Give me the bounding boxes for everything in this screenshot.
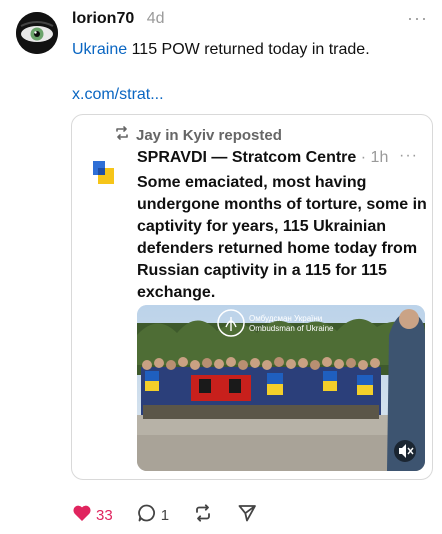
repost-button[interactable] xyxy=(193,503,213,527)
post-text-body: 115 POW returned today in trade. xyxy=(127,41,370,58)
quote-media[interactable]: Омбудсман України Ombudsman of Ukraine xyxy=(137,305,425,471)
send-icon[interactable] xyxy=(237,503,257,527)
topic-tag[interactable]: Ukraine xyxy=(72,41,127,58)
quote-time[interactable]: · 1h xyxy=(361,149,389,166)
media-watermark-line2: Ombudsman of Ukraine xyxy=(249,324,334,333)
volume-muted-icon[interactable] xyxy=(394,440,416,462)
quoted-post[interactable]: Jay in Kyiv reposted SPRAVDI — Stratcom … xyxy=(71,114,433,480)
quote-avatar[interactable] xyxy=(90,159,118,187)
repost-label-icon xyxy=(114,126,130,144)
like-count: 33 xyxy=(96,506,113,524)
reply-count: 1 xyxy=(160,506,170,524)
post-header: lorion70 4d xyxy=(72,10,164,28)
reposted-by[interactable]: Jay in Kyiv reposted xyxy=(136,127,282,144)
quote-header: SPRAVDI — Stratcom Centre · 1h xyxy=(137,149,388,167)
quote-more-options-icon[interactable]: ··· xyxy=(399,147,418,165)
action-bar: 33 1 xyxy=(72,503,281,527)
media-watermark-line1: Омбудсман України xyxy=(249,314,322,323)
quote-body: Some emaciated, most having undergone mo… xyxy=(137,174,427,301)
username[interactable]: lorion70 xyxy=(72,10,134,27)
heart-icon[interactable] xyxy=(72,504,92,526)
share-button[interactable] xyxy=(237,503,257,527)
comment-icon[interactable] xyxy=(137,503,157,527)
post-text: Ukraine 115 POW returned today in trade. xyxy=(72,37,432,62)
repost-indicator: Jay in Kyiv reposted xyxy=(114,126,282,144)
avatar[interactable] xyxy=(16,12,58,54)
post-time[interactable]: 4d xyxy=(147,10,165,27)
repost-icon[interactable] xyxy=(193,503,213,527)
reply-button[interactable]: 1 xyxy=(137,503,169,527)
more-options-icon[interactable]: ··· xyxy=(407,8,428,29)
quote-author[interactable]: SPRAVDI — Stratcom Centre xyxy=(137,149,356,166)
post-link[interactable]: x.com/strat... xyxy=(72,86,164,104)
like-button[interactable]: 33 xyxy=(72,504,113,526)
